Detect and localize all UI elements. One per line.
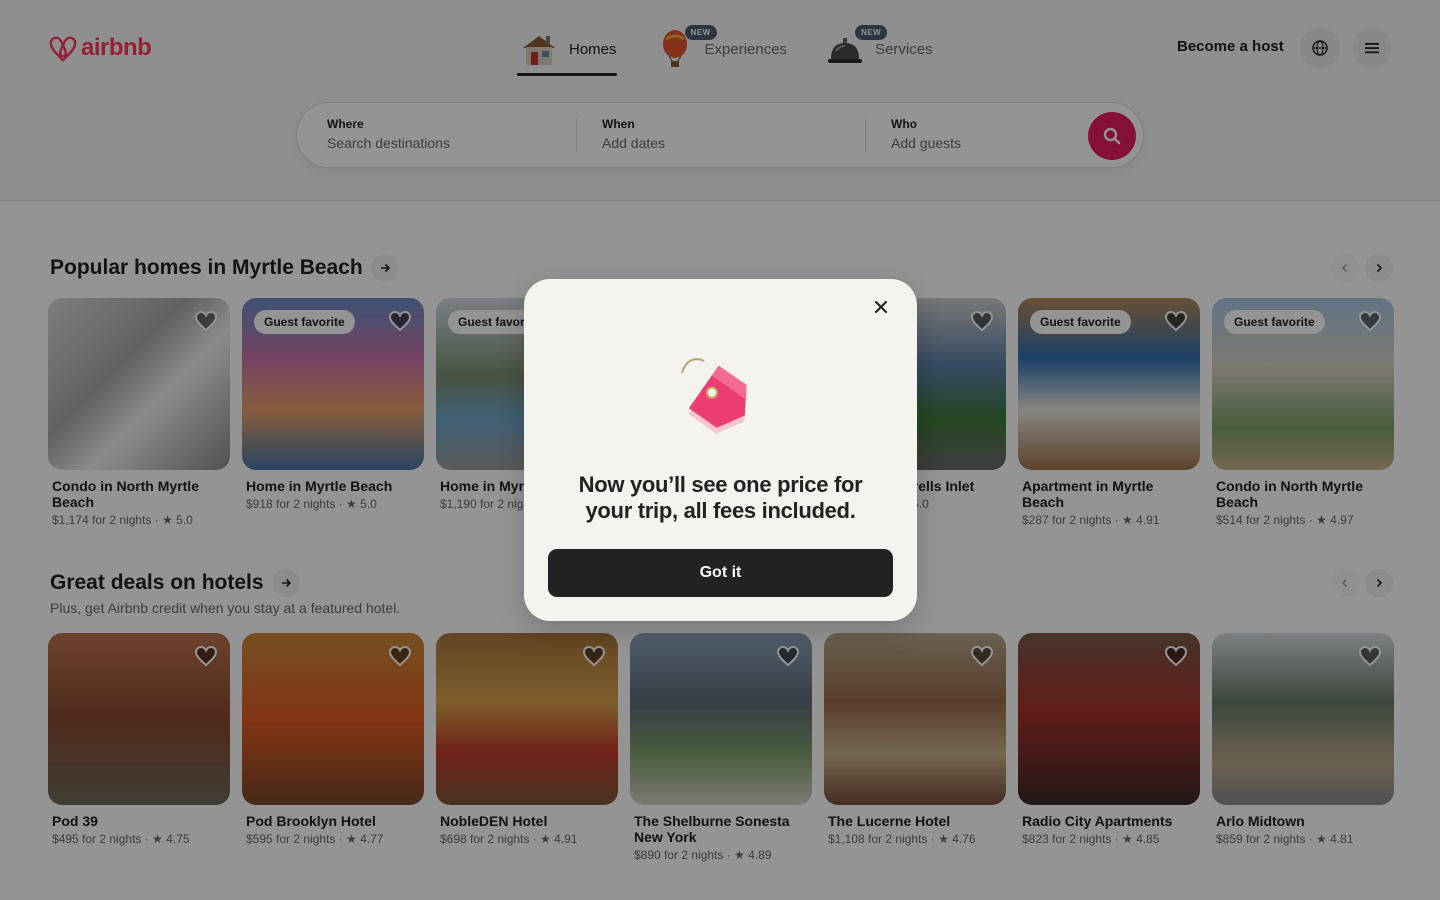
modal-headline: Now you’ll see one price for your trip, … (578, 472, 863, 523)
price-display-modal: Now you’ll see one price for your trip, … (524, 279, 917, 621)
price-tag-icon (676, 353, 766, 450)
modal-close-button[interactable] (867, 293, 895, 321)
got-it-button[interactable]: Got it (548, 549, 893, 597)
close-icon (874, 300, 888, 314)
